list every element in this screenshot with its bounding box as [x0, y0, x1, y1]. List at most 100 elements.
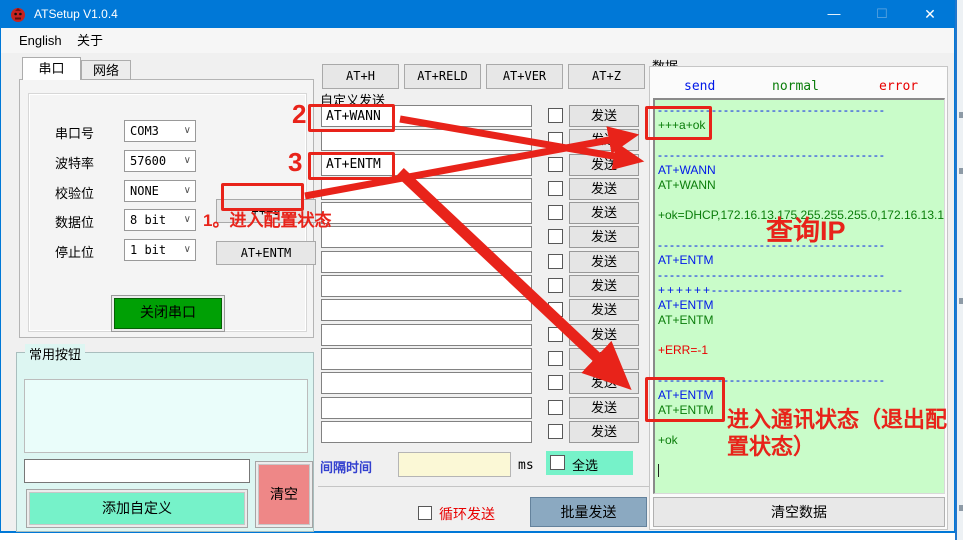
exit-config-button[interactable]: AT+ENTM	[216, 241, 316, 265]
chevron-down-icon: ∨	[184, 125, 191, 136]
row-checkbox[interactable]	[548, 375, 563, 390]
highlight-box-atwann	[308, 104, 395, 132]
clear-frame: 清空	[255, 461, 313, 528]
maximize-button[interactable]: ☐	[859, 0, 905, 28]
chevron-down-icon: ∨	[184, 214, 191, 225]
custom-send-row: 发送	[321, 129, 647, 153]
row-checkbox[interactable]	[548, 181, 563, 196]
custom-command-input[interactable]	[24, 459, 250, 483]
custom-send-row: 发送	[321, 202, 647, 226]
custom-send-input[interactable]	[321, 299, 532, 321]
clear-data-button[interactable]: 清空数据	[653, 497, 945, 527]
row-checkbox[interactable]	[548, 132, 563, 147]
row-checkbox[interactable]	[548, 205, 563, 220]
send-button[interactable]: 发送	[569, 348, 639, 370]
annotation-comm-state: 进入通讯状态（退出配置状态）	[727, 406, 955, 460]
custom-send-input[interactable]	[321, 348, 532, 370]
com-port-select[interactable]: COM3 ∨	[124, 120, 196, 142]
row-checkbox[interactable]	[548, 157, 563, 172]
tab-network[interactable]: 网络	[81, 60, 131, 80]
window-title: ATSetup V1.0.4	[34, 7, 118, 21]
common-buttons-list[interactable]	[24, 379, 308, 453]
annotation-query-ip: 查询IP	[766, 216, 846, 247]
custom-send-input[interactable]	[321, 397, 532, 419]
minimize-button[interactable]: —	[811, 0, 857, 28]
custom-send-input[interactable]	[321, 372, 532, 394]
menu-item-about[interactable]: 关于	[73, 32, 107, 50]
row-checkbox[interactable]	[548, 400, 563, 415]
send-button[interactable]: 发送	[569, 226, 639, 248]
quick-button-atz[interactable]: AT+Z	[568, 64, 645, 89]
parity-select[interactable]: NONE ∨	[124, 180, 196, 202]
add-custom-button[interactable]: 添加自定义	[29, 492, 245, 525]
close-button[interactable]: ✕	[907, 0, 953, 28]
send-button[interactable]: 发送	[569, 299, 639, 321]
quick-button-atver[interactable]: AT+VER	[486, 64, 563, 89]
row-checkbox[interactable]	[548, 327, 563, 342]
custom-send-input[interactable]	[321, 202, 532, 224]
menu-bar: English 关于	[1, 28, 954, 53]
custom-send-row: 发送	[321, 421, 647, 445]
row-checkbox[interactable]	[548, 424, 563, 439]
send-button[interactable]: 发送	[569, 154, 639, 176]
quick-button-ath[interactable]: AT+H	[322, 64, 399, 89]
custom-send-row: 发送	[321, 275, 647, 299]
custom-send-input[interactable]	[321, 251, 532, 273]
custom-send-input[interactable]	[321, 129, 532, 151]
loop-send-checkbox[interactable]	[418, 506, 432, 520]
send-button[interactable]: 发送	[569, 372, 639, 394]
clear-custom-button[interactable]: 清空	[258, 464, 310, 525]
send-button[interactable]: 发送	[569, 129, 639, 151]
highlight-box-log-entm	[645, 377, 725, 422]
custom-send-input[interactable]	[321, 421, 532, 443]
custom-send-input[interactable]	[321, 324, 532, 346]
baud-rate-select[interactable]: 57600 ∨	[124, 150, 196, 172]
atsetup-app: ATSetup V1.0.4 — ☐ ✕ English 关于 串口 网络 串口…	[0, 0, 963, 540]
batch-send-button[interactable]: 批量发送	[530, 497, 647, 527]
close-port-button[interactable]: 关闭串口	[114, 298, 222, 329]
tab-serial[interactable]: 串口	[22, 57, 81, 80]
highlight-box-log-ok	[645, 106, 712, 140]
send-button[interactable]: 发送	[569, 251, 639, 273]
row-checkbox[interactable]	[548, 254, 563, 269]
data-bits-select[interactable]: 8 bit ∨	[124, 209, 196, 231]
custom-send-input[interactable]	[321, 275, 532, 297]
send-button[interactable]: 发送	[569, 324, 639, 346]
custom-send-row: 发送	[321, 324, 647, 348]
custom-send-input[interactable]	[321, 226, 532, 248]
highlight-box-pppa-button	[221, 183, 304, 211]
close-port-frame: 关闭串口	[111, 295, 225, 332]
custom-send-input[interactable]	[321, 178, 532, 200]
chevron-down-icon: ∨	[184, 244, 191, 255]
row-checkbox[interactable]	[548, 278, 563, 293]
interval-label: 间隔时间	[320, 457, 372, 476]
select-all-label: 全选	[572, 455, 598, 474]
stop-bits-select[interactable]: 1 bit ∨	[124, 239, 196, 261]
interval-input[interactable]	[398, 452, 511, 477]
custom-send-row: 发送	[321, 299, 647, 323]
custom-send-row: 发送	[321, 226, 647, 250]
com-port-label: 串口号	[55, 123, 94, 142]
chevron-down-icon: ∨	[184, 185, 191, 196]
background-window-sliver	[955, 0, 963, 540]
send-button[interactable]: 发送	[569, 178, 639, 200]
common-buttons-title: 常用按钮	[25, 344, 85, 363]
annotation-step1: 1。进入配置状态	[203, 211, 331, 231]
row-checkbox[interactable]	[548, 229, 563, 244]
add-custom-frame: 添加自定义	[26, 489, 248, 528]
send-button[interactable]: 发送	[569, 105, 639, 127]
send-button[interactable]: 发送	[569, 397, 639, 419]
interval-unit-label: ms	[518, 458, 534, 473]
custom-send-row: 发送	[321, 397, 647, 421]
row-checkbox[interactable]	[548, 351, 563, 366]
chevron-down-icon: ∨	[184, 155, 191, 166]
send-button[interactable]: 发送	[569, 202, 639, 224]
send-button[interactable]: 发送	[569, 421, 639, 443]
row-checkbox[interactable]	[548, 302, 563, 317]
quick-button-atreld[interactable]: AT+RELD	[404, 64, 481, 89]
menu-item-english[interactable]: English	[15, 32, 66, 50]
row-checkbox[interactable]	[548, 108, 563, 123]
send-button[interactable]: 发送	[569, 275, 639, 297]
select-all-checkbox[interactable]	[550, 455, 565, 470]
stop-bits-label: 停止位	[55, 242, 94, 261]
